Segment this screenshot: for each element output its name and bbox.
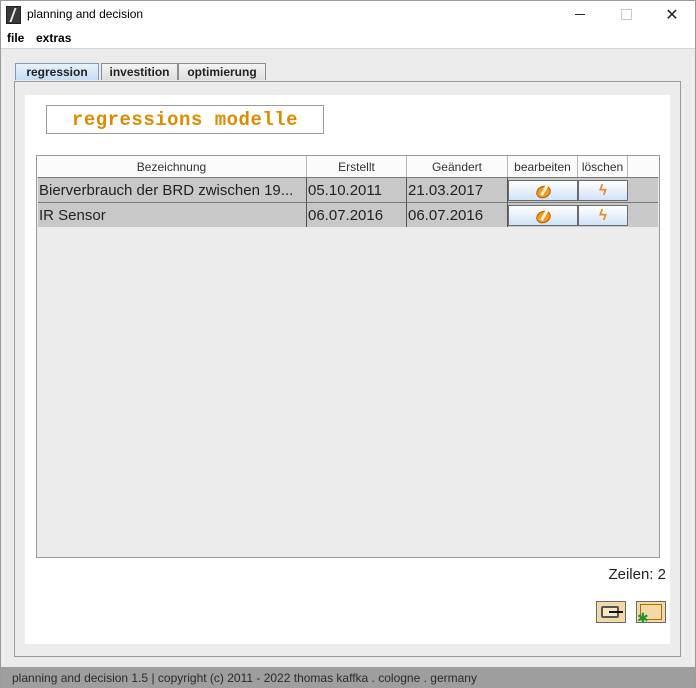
lightning-icon: ϟ [599,207,607,224]
menu-bar: file extras [1,28,695,49]
edit-icon [535,184,551,198]
models-table: Bezeichnung Erstellt Geändert bearbeiten… [36,155,660,558]
minimize-button[interactable] [557,1,603,28]
app-window: planning and decision ✕ file extras regr… [0,0,696,688]
cell-bezeichnung[interactable]: IR Sensor [38,203,307,227]
tab-optimierung[interactable]: optimierung [178,63,266,80]
maximize-icon [620,9,632,20]
section-heading: regressions modelle [71,108,299,131]
delete-button[interactable]: ϟ [578,205,628,226]
table-header: Bezeichnung Erstellt Geändert bearbeiten… [37,156,659,178]
table-row[interactable]: Bierverbrauch der BRD zwischen 19... 05.… [38,177,658,202]
close-button[interactable]: ✕ [649,1,695,28]
column-header-loeschen[interactable]: löschen [578,156,628,177]
back-button[interactable] [596,601,626,623]
cell-erstellt[interactable]: 05.10.2011 [307,178,407,202]
delete-button[interactable]: ϟ [578,180,628,201]
app-logo-icon [6,6,21,24]
save-button[interactable]: ✱ [636,601,666,626]
lightning-icon: ϟ [599,182,607,199]
menu-file[interactable]: file [7,31,24,45]
window-title: planning and decision [27,7,144,21]
row-count-label: Zeilen: 2 [608,566,666,583]
column-header-erstellt[interactable]: Erstellt [307,156,407,177]
cell-bezeichnung[interactable]: Bierverbrauch der BRD zwischen 19... [38,178,307,202]
back-icon [601,606,623,618]
close-icon: ✕ [665,6,679,24]
edit-button[interactable] [508,205,578,226]
table-row[interactable]: IR Sensor 06.07.2016 06.07.2016 ϟ [38,202,658,227]
tab-regression[interactable]: regression [15,63,99,80]
cell-geaendert[interactable]: 06.07.2016 [407,203,508,227]
column-header-bearbeiten[interactable]: bearbeiten [508,156,578,177]
menu-extras[interactable]: extras [36,31,71,45]
title-bar: planning and decision ✕ [1,1,695,28]
edit-icon [535,209,551,223]
add-icon: ✱ [637,610,649,626]
cell-geaendert[interactable]: 21.03.2017 [407,178,508,202]
column-header-geaendert[interactable]: Geändert [407,156,508,177]
tab-investition[interactable]: investition [101,63,178,80]
minimize-icon [575,14,585,15]
maximize-button[interactable] [603,1,649,28]
section-heading-box: regressions modelle [46,105,324,134]
edit-button[interactable] [508,180,578,201]
cell-erstellt[interactable]: 06.07.2016 [307,203,407,227]
status-bar: planning and decision 1.5 | copyright (c… [1,667,695,688]
column-header-bezeichnung[interactable]: Bezeichnung [37,156,307,177]
